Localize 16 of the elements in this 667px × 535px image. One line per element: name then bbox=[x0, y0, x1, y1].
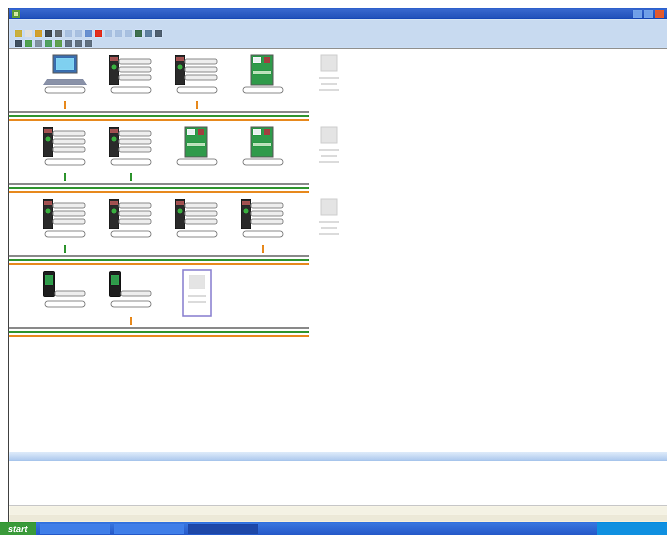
start-button[interactable]: start bbox=[0, 522, 36, 535]
app-icon bbox=[12, 10, 20, 18]
toolbar-button[interactable] bbox=[55, 30, 62, 36]
toolbar-button[interactable] bbox=[65, 40, 72, 46]
system-tray bbox=[597, 522, 667, 535]
toolbar-button[interactable] bbox=[45, 30, 52, 36]
taskbar-button[interactable] bbox=[188, 524, 258, 534]
toolbar-button[interactable] bbox=[75, 40, 82, 46]
toolbar-button[interactable] bbox=[85, 40, 92, 46]
toolbar-button[interactable] bbox=[15, 40, 22, 46]
toolbar-button[interactable] bbox=[145, 30, 152, 36]
toolbar-button[interactable] bbox=[135, 30, 142, 36]
maximize-button[interactable] bbox=[644, 10, 653, 18]
toolbar-button[interactable] bbox=[155, 30, 162, 36]
toolbar-button[interactable] bbox=[95, 30, 102, 36]
minimize-button[interactable] bbox=[633, 10, 642, 18]
